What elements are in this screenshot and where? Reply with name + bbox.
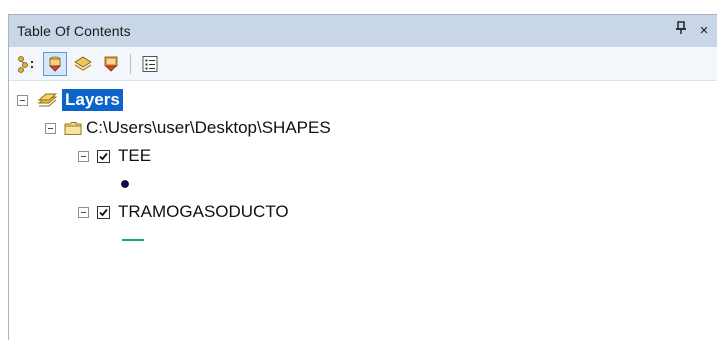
collapse-toggle[interactable] [78,150,89,162]
table-of-contents-panel: Table Of Contents × Layers C:\Users\user… [8,14,717,340]
layers-icon [37,93,58,107]
tee-symbol-row [119,171,131,197]
collapse-toggle[interactable] [78,206,89,218]
collapse-toggle[interactable] [45,122,56,134]
title-controls: × [674,21,711,40]
panel-title: Table Of Contents [17,23,131,39]
layer-visibility-checkbox[interactable] [97,149,110,163]
tree-node-tramogasoducto[interactable]: TRAMOGASODUCTO [78,199,289,225]
tramogasoducto-symbol-row [121,227,145,253]
point-symbol-icon[interactable] [119,178,131,190]
folder-path-label: C:\Users\user\Desktop\SHAPES [86,118,331,137]
title-bar[interactable]: Table Of Contents × [9,15,717,47]
tramogasoducto-layer-label: TRAMOGASODUCTO [118,202,289,221]
layers-label[interactable]: Layers [62,89,123,111]
toc-toolbar [9,47,717,81]
tree-node-tee[interactable]: TEE [78,143,151,169]
pin-icon[interactable] [674,21,688,40]
layer-visibility-checkbox[interactable] [97,205,110,219]
list-by-visibility-button[interactable] [71,52,95,76]
folder-icon [64,121,82,135]
list-by-drawing-order-button[interactable] [15,52,39,76]
list-by-source-icon [49,56,61,72]
options-icon [142,55,158,72]
checkmark-icon [99,152,108,160]
list-by-drawing-order-icon [18,55,33,73]
tree-node-layers[interactable]: Layers [17,87,123,113]
checkmark-icon [99,208,108,216]
tee-layer-label: TEE [118,146,152,165]
tree-node-folder[interactable]: C:\Users\user\Desktop\SHAPES [45,115,331,141]
list-by-selection-button[interactable] [99,52,123,76]
options-button[interactable] [138,52,162,76]
collapse-toggle[interactable] [17,94,28,106]
list-by-visibility-icon [74,56,92,71]
list-by-source-button[interactable] [43,51,67,76]
line-symbol-icon[interactable] [121,235,145,245]
list-by-selection-icon [104,56,118,72]
close-icon[interactable]: × [697,22,711,40]
toolbar-separator [130,53,131,74]
